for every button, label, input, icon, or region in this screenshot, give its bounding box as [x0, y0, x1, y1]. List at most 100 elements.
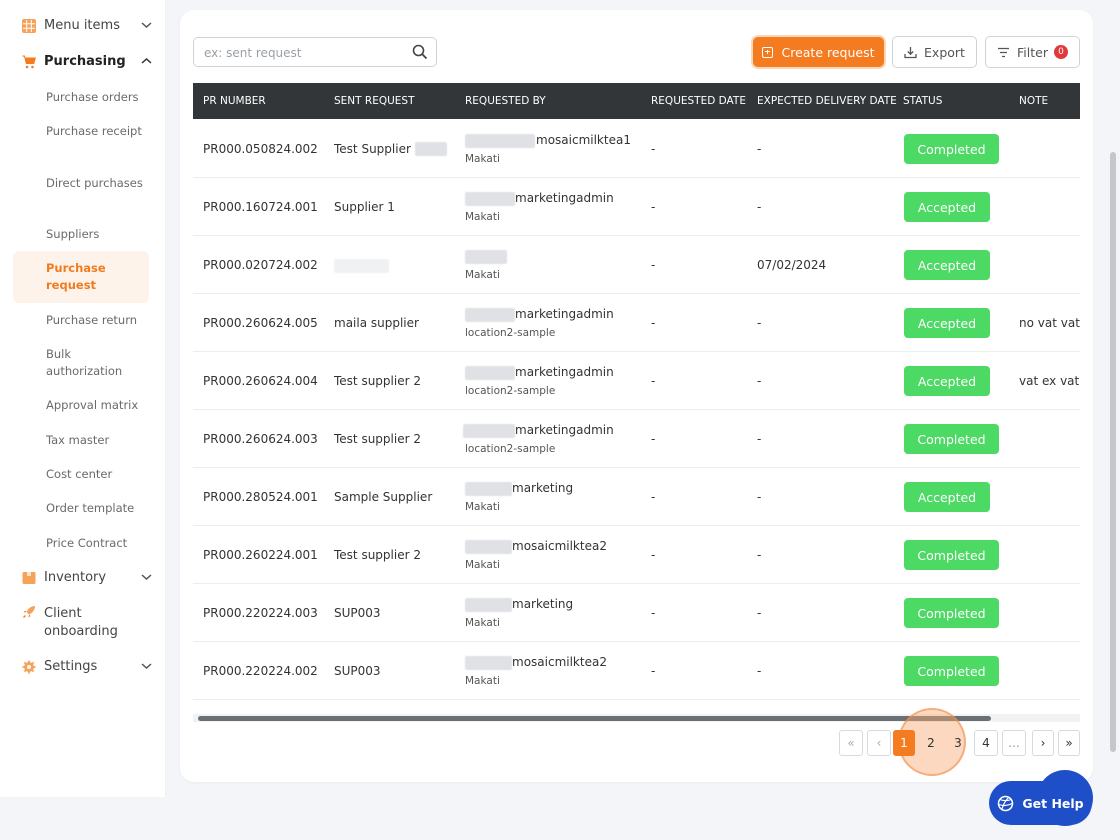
- vertical-scrollbar[interactable]: [1110, 152, 1116, 752]
- table-row[interactable]: PR000.260224.001 Test supplier 2 mosaicm…: [193, 526, 1080, 584]
- table-row[interactable]: PR000.280524.001 Sample Supplier marketi…: [193, 468, 1080, 526]
- search-box: [193, 37, 437, 67]
- expected-delivery-date: -: [757, 548, 762, 562]
- nav-purchasing[interactable]: Purchasing: [22, 54, 152, 69]
- expected-delivery-date: -: [757, 316, 762, 330]
- help-globe-icon: [997, 795, 1014, 812]
- page-1-button[interactable]: 1: [893, 730, 915, 756]
- page-ellipsis: ...: [1002, 730, 1026, 756]
- requested-date: -: [651, 316, 656, 330]
- sidebar-item-tax-master[interactable]: Tax master: [46, 432, 146, 449]
- nav-menu-items[interactable]: Menu items: [22, 18, 152, 33]
- get-help-button[interactable]: Get Help: [989, 781, 1092, 825]
- col-status[interactable]: STATUS: [903, 95, 942, 107]
- purchase-request-table: PR NUMBER SENT REQUEST REQUESTED BY REQU…: [193, 83, 1080, 710]
- col-pr-number[interactable]: PR NUMBER: [203, 95, 266, 107]
- requested-date: -: [651, 606, 656, 620]
- nav-settings[interactable]: Settings: [22, 659, 152, 674]
- table-row[interactable]: PR000.260624.003 Test supplier 2 marketi…: [193, 410, 1080, 468]
- table-row[interactable]: PR000.050824.002 Test Supplier mosaicmil…: [193, 120, 1080, 178]
- redacted-text: [415, 142, 447, 156]
- filter-count-badge: 0: [1053, 45, 1068, 59]
- status-badge: Accepted: [904, 366, 990, 396]
- requested-by-user: mosaicmilktea1: [536, 133, 631, 147]
- requested-by-location: Makati: [465, 675, 500, 687]
- requested-by-user: mosaicmilktea2: [512, 539, 607, 553]
- status-badge: Accepted: [904, 192, 990, 222]
- expected-delivery-date: -: [757, 374, 762, 388]
- sidebar-item-direct-purchases[interactable]: Direct purchases: [46, 175, 146, 192]
- redacted-text: [465, 308, 515, 322]
- get-help-label: Get Help: [1022, 795, 1084, 811]
- expected-delivery-date: -: [757, 606, 762, 620]
- requested-by-location: location2-sample: [465, 443, 556, 455]
- requested-by-location: Makati: [465, 617, 500, 629]
- table-row[interactable]: PR000.220224.002 SUP003 mosaicmilktea2 M…: [193, 642, 1080, 700]
- col-note[interactable]: NOTE: [1019, 95, 1048, 107]
- pr-number: PR000.160724.001: [203, 200, 318, 214]
- sidebar-item-purchase-receipt[interactable]: Purchase receipt: [46, 123, 146, 140]
- col-expected-delivery-date[interactable]: EXPECTED DELIVERY DATE: [757, 95, 897, 107]
- status-badge: Completed: [904, 656, 999, 686]
- table-row[interactable]: PR000.160724.001 Supplier 1 marketingadm…: [193, 178, 1080, 236]
- search-input[interactable]: [204, 43, 404, 63]
- create-request-label: Create request: [781, 44, 875, 60]
- sidebar-item-suppliers[interactable]: Suppliers: [46, 226, 146, 243]
- requested-by-location: Makati: [465, 211, 500, 223]
- sidebar-item-cost-center[interactable]: Cost center: [46, 466, 146, 483]
- requested-by-location: location2-sample: [465, 385, 556, 397]
- requested-by-user: marketingadmin: [515, 307, 614, 321]
- expected-delivery-date: -: [757, 200, 762, 214]
- sidebar-item-bulk-authorization[interactable]: Bulk authorization: [46, 346, 136, 380]
- sidebar-item-purchase-request[interactable]: Purchase request: [46, 260, 126, 294]
- chevron-down-icon: [140, 19, 152, 32]
- filter-label: Filter: [1017, 44, 1048, 60]
- redacted-text: [334, 259, 389, 273]
- col-sent-request[interactable]: SENT REQUEST: [334, 95, 415, 107]
- page-first-button[interactable]: «: [839, 730, 863, 756]
- export-button[interactable]: Export: [892, 36, 977, 68]
- nav-inventory[interactable]: Inventory: [22, 570, 152, 585]
- status-badge: Accepted: [904, 250, 990, 280]
- sidebar-item-approval-matrix[interactable]: Approval matrix: [46, 397, 146, 414]
- page-3-button[interactable]: 3: [946, 730, 970, 756]
- table-row[interactable]: PR000.260624.005 maila supplier marketin…: [193, 294, 1080, 352]
- redacted-text: [465, 598, 512, 612]
- sent-request: Test supplier 2: [334, 374, 421, 388]
- requested-by-user: marketingadmin: [515, 191, 614, 205]
- sidebar-item-purchase-orders[interactable]: Purchase orders: [46, 89, 146, 106]
- redacted-text: [465, 482, 512, 496]
- redacted-text: [465, 656, 512, 670]
- create-request-button[interactable]: Create request: [753, 37, 884, 67]
- table-row[interactable]: PR000.220224.003 SUP003 marketing Makati…: [193, 584, 1080, 642]
- requested-by-location: Makati: [465, 559, 500, 571]
- requested-date: -: [651, 142, 656, 156]
- page-4-button[interactable]: 4: [974, 730, 998, 756]
- status-badge: Completed: [904, 134, 999, 164]
- status-badge: Accepted: [904, 482, 990, 512]
- sent-request: Supplier 1: [334, 200, 395, 214]
- filter-button[interactable]: Filter 0: [985, 36, 1080, 68]
- note: no vat vat: [1019, 316, 1080, 330]
- nav-client-onboarding[interactable]: Client onboarding: [22, 605, 152, 641]
- page-next-button[interactable]: ›: [1032, 730, 1054, 756]
- rocket-icon: [22, 605, 36, 619]
- search-icon[interactable]: [412, 44, 428, 60]
- sidebar-item-order-template[interactable]: Order template: [46, 500, 146, 517]
- horizontal-scrollbar-thumb[interactable]: [198, 716, 991, 721]
- box-icon: [22, 571, 36, 585]
- page-last-button[interactable]: »: [1058, 730, 1080, 756]
- sidebar-item-price-contract[interactable]: Price Contract: [46, 535, 146, 552]
- requested-by-user: marketingadmin: [515, 423, 614, 437]
- page-prev-button[interactable]: ‹: [867, 730, 891, 756]
- col-requested-date[interactable]: REQUESTED DATE: [651, 95, 746, 107]
- table-row[interactable]: PR000.260624.004 Test supplier 2 marketi…: [193, 352, 1080, 410]
- page-2-button[interactable]: 2: [919, 730, 943, 756]
- expected-delivery-date: -: [757, 142, 762, 156]
- chevron-down-icon: [140, 660, 152, 673]
- main-card: Create request Export Filter 0 PR NUMBER…: [180, 10, 1093, 782]
- sidebar-item-purchase-return[interactable]: Purchase return: [46, 312, 146, 329]
- col-requested-by[interactable]: REQUESTED BY: [465, 95, 546, 107]
- pr-number: PR000.220224.003: [203, 606, 318, 620]
- table-row[interactable]: PR000.020724.002 Makati - 07/02/2024 Acc…: [193, 236, 1080, 294]
